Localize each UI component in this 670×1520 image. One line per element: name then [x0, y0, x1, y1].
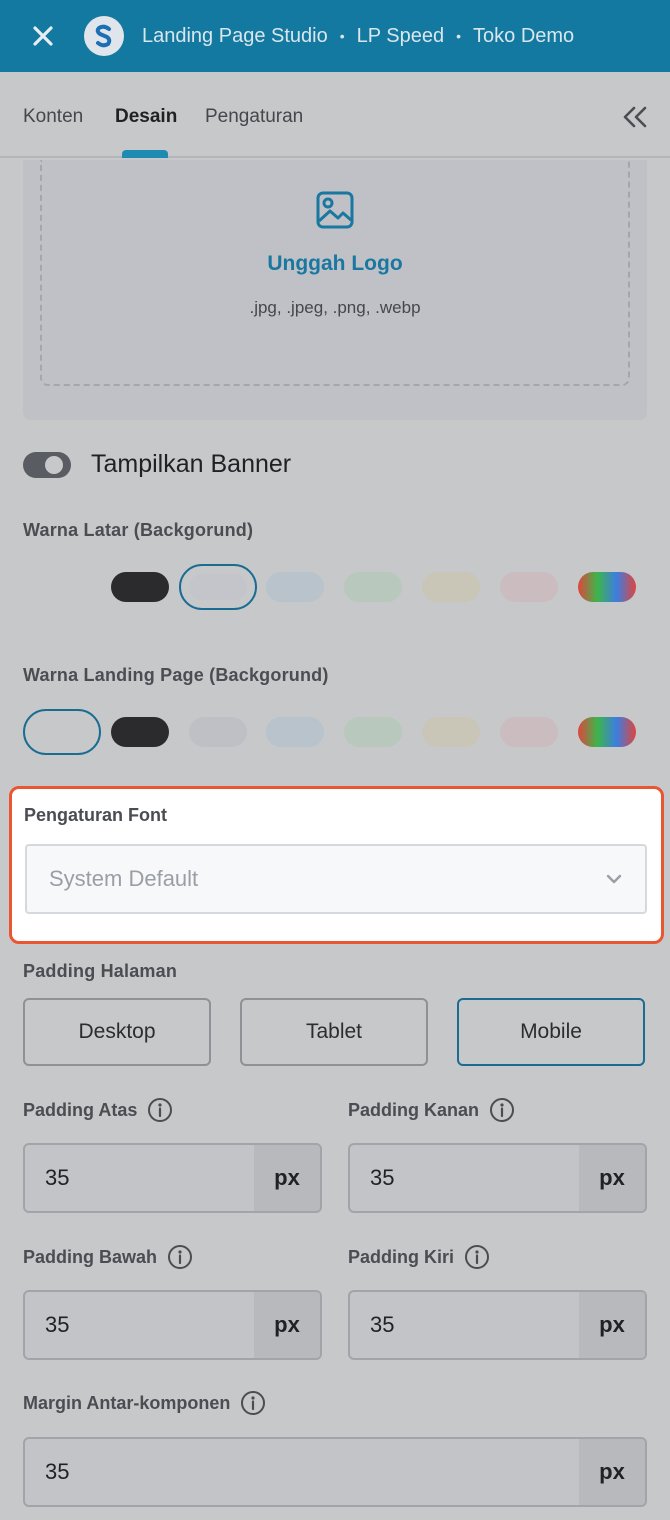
- font-select[interactable]: System Default: [25, 844, 647, 914]
- info-icon[interactable]: [240, 1390, 266, 1416]
- padding-right-input[interactable]: 35 px: [348, 1143, 647, 1213]
- padding-left-label: Padding Kiri: [348, 1244, 490, 1270]
- padding-right-label: Padding Kanan: [348, 1097, 515, 1123]
- padding-left-value[interactable]: 35: [350, 1292, 579, 1358]
- breadcrumb-separator: •: [339, 28, 345, 44]
- padding-top-label: Padding Atas: [23, 1097, 173, 1123]
- info-icon[interactable]: [147, 1097, 173, 1123]
- background-color-label: Warna Latar (Backgorund): [23, 520, 254, 540]
- collapse-panel-button[interactable]: [620, 102, 650, 132]
- logo-upload-dropzone[interactable]: Unggah Logo .jpg, .jpeg, .png, .webp: [40, 160, 630, 386]
- padding-top-unit: px: [254, 1145, 320, 1211]
- swatch-yellow[interactable]: [422, 572, 480, 602]
- toggle-knob: [45, 455, 63, 474]
- brand-logo-icon: [95, 24, 112, 48]
- swatch-yellow[interactable]: [422, 717, 480, 747]
- swatch-dark[interactable]: [111, 717, 169, 747]
- swatch-custom-gradient[interactable]: [578, 572, 636, 602]
- swatch-green[interactable]: [344, 717, 402, 747]
- tab-pengaturan[interactable]: Pengaturan: [205, 106, 303, 128]
- breadcrumb-item-lp-speed[interactable]: LP Speed: [357, 25, 445, 48]
- landing-color-label: Warna Landing Page (Backgorund): [23, 665, 329, 685]
- info-icon[interactable]: [464, 1244, 490, 1270]
- swatch-custom-gradient[interactable]: [578, 717, 636, 747]
- chevron-down-icon: [606, 874, 622, 884]
- padding-right-value[interactable]: 35: [350, 1145, 579, 1211]
- padding-left-input[interactable]: 35 px: [348, 1290, 647, 1360]
- padding-bottom-input[interactable]: 35 px: [23, 1290, 322, 1360]
- device-desktop-button[interactable]: Desktop: [23, 998, 211, 1066]
- font-select-value: System Default: [49, 866, 199, 891]
- upload-file-types-hint: .jpg, .jpeg, .png, .webp: [249, 298, 421, 317]
- banner-toggle-label: Tampilkan Banner: [91, 450, 292, 478]
- swatch-dark[interactable]: [111, 572, 169, 602]
- padding-left-unit: px: [579, 1292, 645, 1358]
- active-tab-indicator: [122, 150, 168, 158]
- padding-bottom-label-text: Padding Bawah: [23, 1246, 158, 1267]
- breadcrumb-item-studio[interactable]: Landing Page Studio: [142, 25, 328, 48]
- landing-color-swatches: [0, 707, 670, 757]
- margin-between-value[interactable]: 35: [25, 1439, 579, 1505]
- image-icon: [316, 191, 354, 229]
- tab-desain[interactable]: Desain: [115, 106, 177, 128]
- device-tablet-button[interactable]: Tablet: [240, 998, 428, 1066]
- swatch-blue[interactable]: [266, 572, 324, 602]
- swatch-pink[interactable]: [500, 717, 558, 747]
- background-color-swatches: [0, 562, 670, 612]
- padding-bottom-value[interactable]: 35: [25, 1292, 254, 1358]
- swatch-pink[interactable]: [500, 572, 558, 602]
- info-icon[interactable]: [167, 1244, 193, 1270]
- tab-bar: Konten Desain Pengaturan: [0, 72, 670, 158]
- swatch-grey-selected[interactable]: [179, 564, 257, 610]
- banner-toggle[interactable]: [23, 451, 71, 478]
- padding-top-value[interactable]: 35: [25, 1145, 254, 1211]
- tab-konten[interactable]: Konten: [23, 106, 83, 128]
- brand-logo: [84, 16, 124, 56]
- padding-left-label-text: Padding Kiri: [348, 1246, 455, 1267]
- swatch-green[interactable]: [344, 572, 402, 602]
- swatch-grey[interactable]: [189, 717, 247, 747]
- padding-bottom-unit: px: [254, 1292, 320, 1358]
- breadcrumb: Landing Page Studio • LP Speed • Toko De…: [142, 25, 574, 48]
- swatch-light-selected[interactable]: [23, 709, 101, 755]
- top-bar: Landing Page Studio • LP Speed • Toko De…: [0, 0, 670, 72]
- breadcrumb-item-toko-demo[interactable]: Toko Demo: [473, 25, 574, 48]
- info-icon[interactable]: [489, 1097, 515, 1123]
- font-settings-panel: Pengaturan Font System Default: [9, 786, 664, 944]
- swatch-blue[interactable]: [266, 717, 324, 747]
- upload-logo-label: Unggah Logo: [267, 252, 403, 275]
- breadcrumb-separator: •: [456, 28, 462, 44]
- banner-toggle-row: Tampilkan Banner: [23, 450, 291, 479]
- padding-right-label-text: Padding Kanan: [348, 1099, 480, 1120]
- padding-bottom-label: Padding Bawah: [23, 1244, 193, 1270]
- logo-upload-card: Unggah Logo .jpg, .jpeg, .png, .webp: [23, 160, 647, 420]
- close-button[interactable]: [20, 13, 66, 59]
- double-chevron-left-icon: [623, 106, 647, 128]
- close-icon: [33, 26, 53, 46]
- margin-between-unit: px: [579, 1439, 645, 1505]
- padding-right-unit: px: [579, 1145, 645, 1211]
- font-settings-label: Pengaturan Font: [24, 805, 167, 825]
- margin-between-label-text: Margin Antar-komponen: [23, 1392, 231, 1413]
- margin-between-input[interactable]: 35 px: [23, 1437, 647, 1507]
- padding-top-label-text: Padding Atas: [23, 1099, 138, 1120]
- device-mobile-button[interactable]: Mobile: [457, 998, 645, 1066]
- padding-top-input[interactable]: 35 px: [23, 1143, 322, 1213]
- padding-page-label: Padding Halaman: [23, 961, 178, 981]
- margin-between-label: Margin Antar-komponen: [23, 1390, 266, 1416]
